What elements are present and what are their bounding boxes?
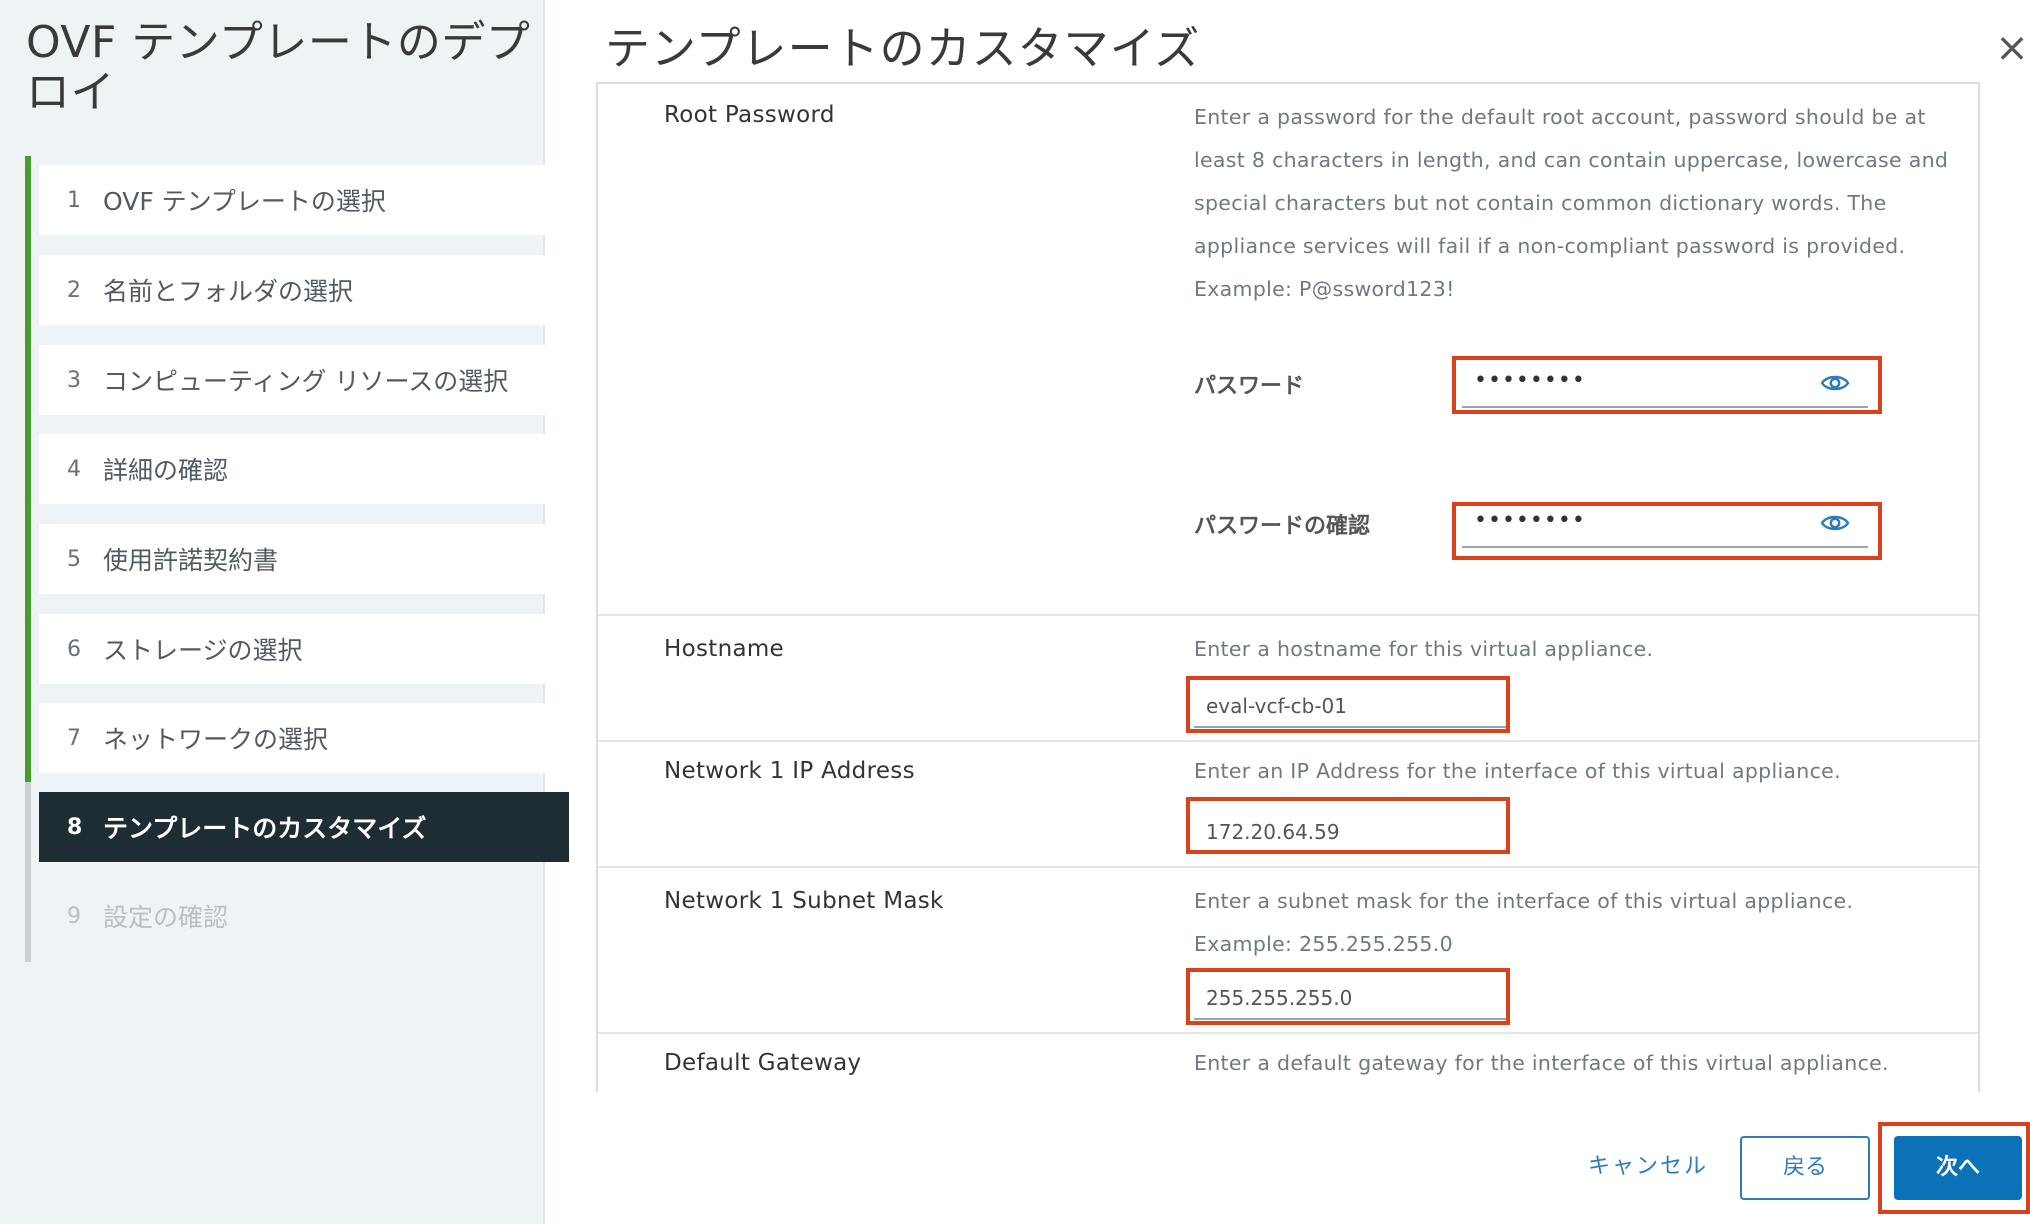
property-description: Enter a password for the default root ac… [1194, 105, 1949, 301]
step-compute-resource[interactable]: 3 コンピューティング リソースの選択 [39, 345, 569, 415]
step-customize-template[interactable]: 8 テンプレートのカスタマイズ [39, 792, 569, 862]
step-number: 4 [67, 456, 81, 482]
step-number: 7 [67, 725, 81, 751]
progress-rail [25, 156, 31, 782]
hostname-input[interactable]: eval-vcf-cb-01 [1194, 684, 1506, 728]
step-number: 8 [67, 814, 83, 840]
confirm-password-label: パスワードの確認 [1194, 514, 1371, 539]
properties-panel[interactable]: Root Password Enter a password for the d… [596, 82, 1980, 1092]
step-label: テンプレートのカスタマイズ [103, 814, 427, 843]
wizard-sidebar: OVF テンプレートのデプロイ 1 OVF テンプレートの選択 2 名前とフォル… [0, 0, 569, 1224]
step-number: 1 [67, 187, 81, 213]
progress-rail-pending [25, 782, 31, 962]
password-value: •••••••• [1474, 368, 1586, 393]
step-storage[interactable]: 6 ストレージの選択 [39, 614, 569, 684]
property-description: Enter an IP Address for the interface of… [1194, 759, 1841, 783]
property-description: Enter a hostname for this virtual applia… [1194, 637, 1654, 661]
password-input[interactable]: •••••••• [1462, 362, 1868, 408]
step-label: 設定の確認 [103, 903, 229, 932]
property-description: Enter a subnet mask for the interface of… [1194, 889, 1854, 956]
step-name-folder[interactable]: 2 名前とフォルダの選択 [39, 255, 569, 325]
step-number: 6 [67, 636, 81, 662]
subnet-mask-input[interactable]: 255.255.255.0 [1194, 976, 1506, 1020]
step-ovf-template[interactable]: 1 OVF テンプレートの選択 [39, 165, 569, 235]
eye-icon[interactable] [1820, 372, 1850, 394]
property-ip-address: Network 1 IP Address Enter an IP Address… [598, 740, 1978, 868]
wizard-title: OVF テンプレートのデプロイ [26, 17, 531, 118]
step-number: 3 [67, 367, 81, 393]
property-description: Enter a default gateway for the interfac… [1194, 1051, 1889, 1075]
close-icon[interactable]: × [1992, 28, 2030, 68]
step-network[interactable]: 7 ネットワークの選択 [39, 703, 569, 773]
step-review-details[interactable]: 4 詳細の確認 [39, 434, 569, 504]
step-label: ネットワークの選択 [103, 725, 329, 754]
eye-icon[interactable] [1820, 512, 1850, 534]
step-number: 5 [67, 546, 81, 572]
page-title: テンプレートのカスタマイズ [605, 22, 1201, 75]
password-label: パスワード [1194, 374, 1305, 399]
step-number: 2 [67, 277, 81, 303]
step-label: 使用許諾契約書 [103, 546, 279, 575]
property-hostname: Hostname Enter a hostname for this virtu… [598, 614, 1978, 742]
property-label: Root Password [664, 102, 835, 128]
property-label: Network 1 Subnet Mask [664, 888, 944, 914]
wizard-steps: 1 OVF テンプレートの選択 2 名前とフォルダの選択 3 コンピューティング… [25, 156, 569, 963]
step-number: 9 [67, 903, 81, 929]
step-label: 名前とフォルダの選択 [103, 277, 354, 306]
step-label: 詳細の確認 [103, 456, 229, 485]
step-label: コンピューティング リソースの選択 [103, 367, 509, 396]
step-label: OVF テンプレートの選択 [103, 187, 386, 216]
step-label: ストレージの選択 [103, 636, 303, 665]
confirm-password-value: •••••••• [1474, 508, 1586, 533]
cancel-button[interactable]: キャンセル [1588, 1142, 1708, 1192]
step-license-agreement[interactable]: 5 使用許諾契約書 [39, 524, 569, 594]
confirm-password-input[interactable]: •••••••• [1462, 502, 1868, 548]
ip-address-input[interactable]: 172.20.64.59 [1194, 810, 1506, 854]
next-button[interactable]: 次へ [1894, 1136, 2022, 1200]
property-default-gateway: Default Gateway Enter a default gateway … [598, 1032, 1978, 1092]
property-label: Hostname [664, 636, 784, 662]
property-subnet-mask: Network 1 Subnet Mask Enter a subnet mas… [598, 866, 1978, 1034]
property-label: Default Gateway [664, 1050, 862, 1076]
property-label: Network 1 IP Address [664, 758, 915, 784]
step-review-settings: 9 設定の確認 [39, 881, 569, 951]
property-root-password: Root Password Enter a password for the d… [598, 84, 1978, 616]
back-button[interactable]: 戻る [1740, 1136, 1870, 1200]
